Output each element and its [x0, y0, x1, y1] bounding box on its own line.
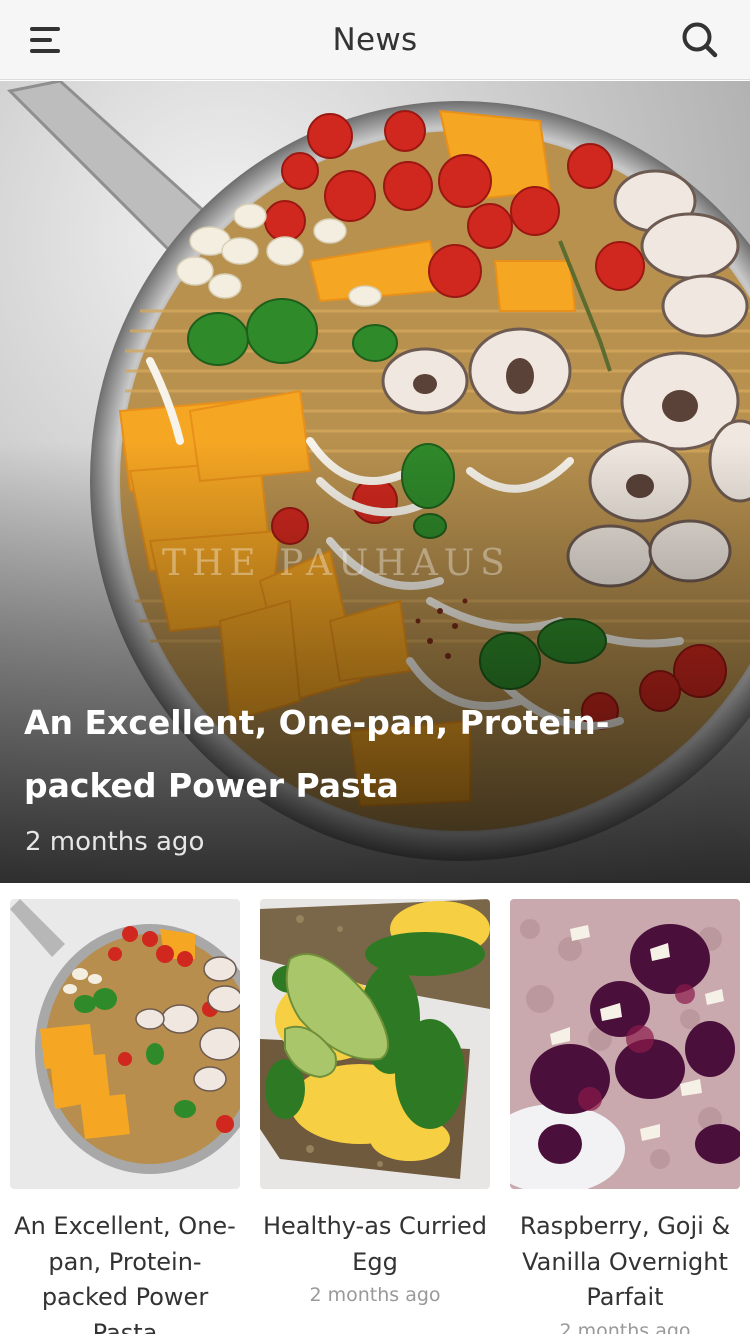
- article-card-image: [260, 899, 490, 1189]
- featured-article[interactable]: THE PAUHAUS An Excellent, One-pan, Prote…: [0, 81, 750, 883]
- article-card[interactable]: An Excellent, One-pan, Protein-packed Po…: [10, 899, 240, 1334]
- image-watermark: THE PAUHAUS: [162, 543, 511, 584]
- article-card-title[interactable]: An Excellent, One-pan, Protein-packed Po…: [10, 1209, 240, 1334]
- article-card-time: 2 months ago: [559, 1319, 691, 1334]
- menu-icon: [30, 27, 60, 31]
- featured-article-time: 2 months ago: [25, 827, 205, 857]
- article-card[interactable]: Raspberry, Goji & Vanilla Overnight Parf…: [510, 899, 740, 1334]
- article-card-title[interactable]: Healthy-as Curried Egg: [260, 1209, 490, 1280]
- article-card-title[interactable]: Raspberry, Goji & Vanilla Overnight Parf…: [510, 1209, 740, 1316]
- menu-button[interactable]: [26, 22, 70, 58]
- page-title: News: [332, 21, 418, 58]
- menu-icon-line: [30, 38, 52, 42]
- article-card-image: [510, 899, 740, 1189]
- featured-article-title[interactable]: An Excellent, One-pan, Protein-packed Po…: [24, 691, 734, 817]
- article-card-image: [10, 899, 240, 1189]
- search-button[interactable]: [680, 20, 720, 60]
- search-icon: [682, 22, 718, 58]
- article-card[interactable]: Healthy-as Curried Egg 2 months ago: [260, 899, 490, 1306]
- article-card-time: 2 months ago: [309, 1284, 441, 1306]
- menu-icon-line: [30, 49, 60, 53]
- app-header: News: [0, 0, 750, 80]
